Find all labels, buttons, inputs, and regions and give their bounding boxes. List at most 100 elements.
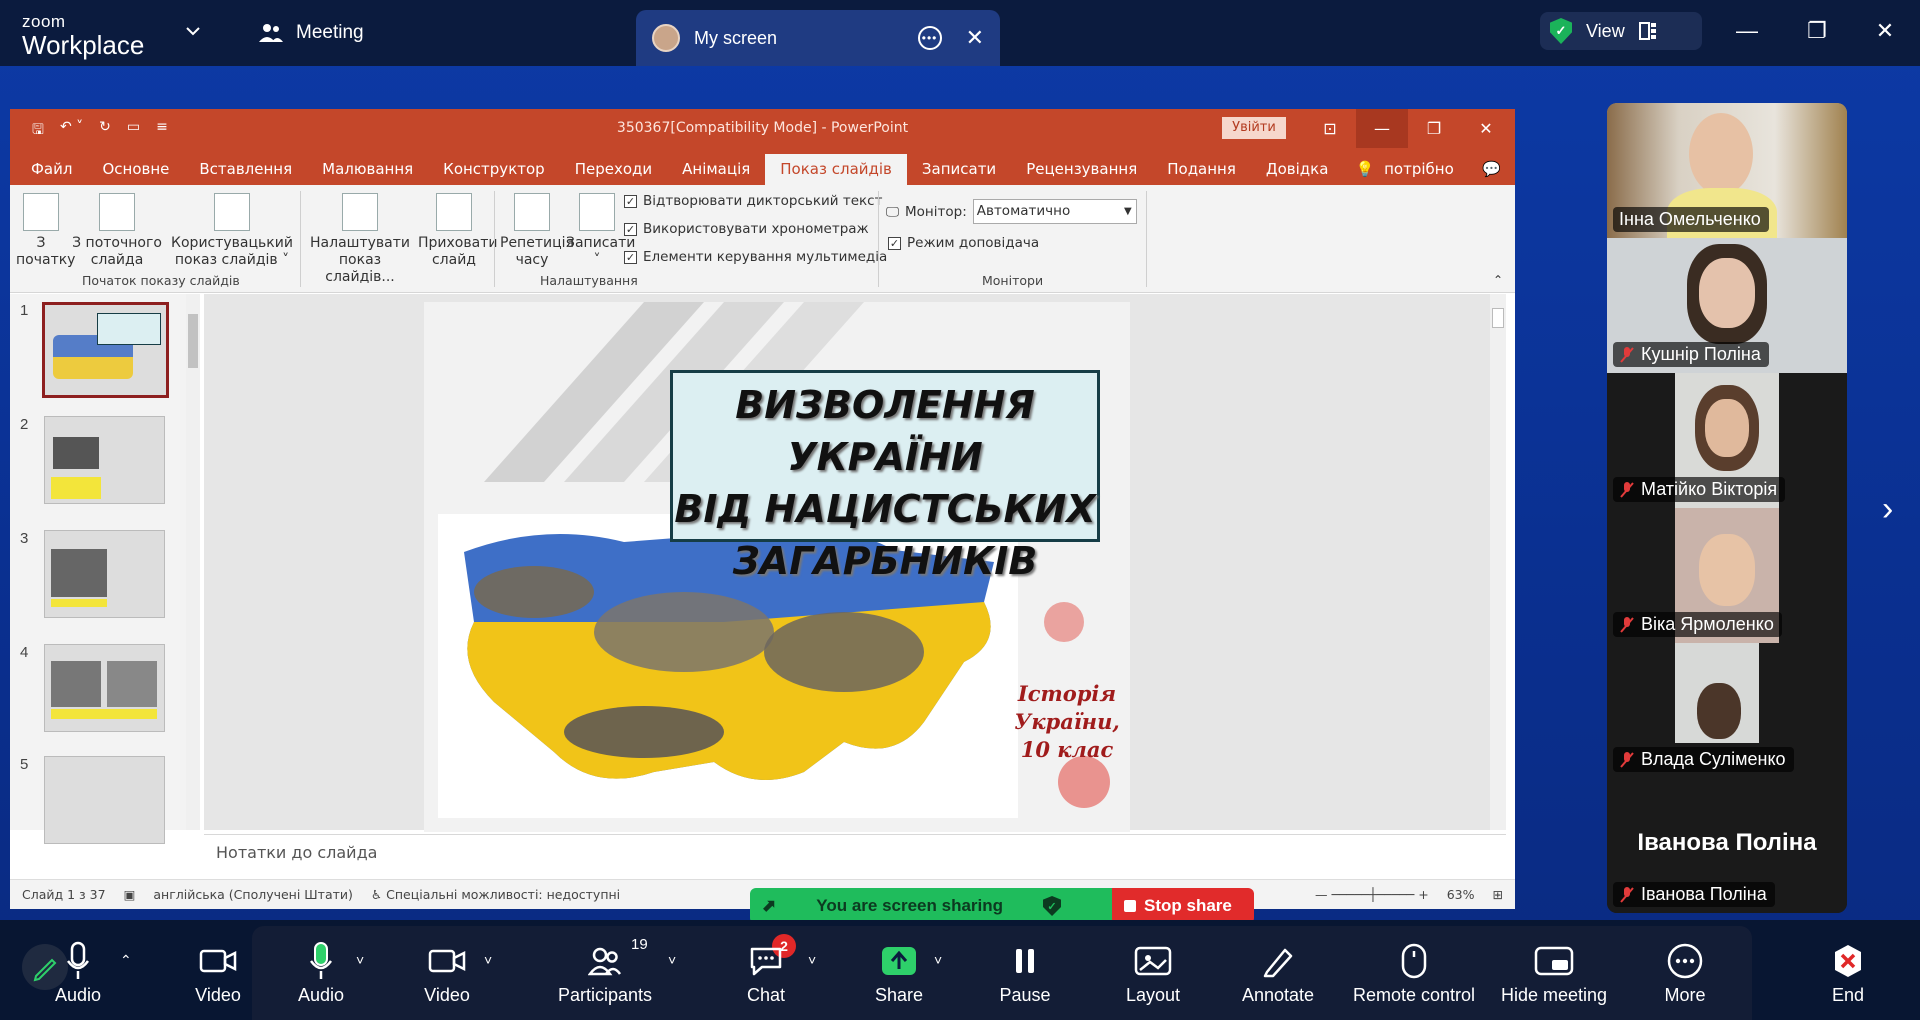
tell-me-search[interactable]: 💡 Скажіть, що потрібно зробити xyxy=(1343,129,1482,209)
stop-share-button[interactable]: Stop share xyxy=(1112,888,1254,924)
fit-slide-icon[interactable]: ⊞ xyxy=(1493,887,1515,902)
tab-design[interactable]: Конструктор xyxy=(428,154,560,185)
remote-control-button[interactable]: Remote control xyxy=(1346,937,1482,1006)
share-caret-icon[interactable]: ˅ xyxy=(934,952,942,968)
record-button[interactable]: Записати ˅ xyxy=(566,193,635,269)
collapse-ribbon-icon[interactable]: ⌃ xyxy=(1493,273,1503,287)
slide-scrollbar[interactable] xyxy=(1490,294,1506,830)
ribbon-display-icon[interactable]: ⊡ xyxy=(1304,109,1356,148)
more-button[interactable]: More xyxy=(1656,937,1714,1006)
participants-button[interactable]: Participants xyxy=(550,937,660,1006)
tab-insert[interactable]: Вставлення xyxy=(184,154,307,185)
thumbnail-4[interactable]: 4 xyxy=(20,644,166,732)
slide-thumbnail[interactable] xyxy=(44,530,166,618)
more-options-icon[interactable]: ••• xyxy=(917,26,942,50)
ppt-restore-icon[interactable]: ❐ xyxy=(1408,109,1460,148)
monitor-row: 🖵 Монітор: Автоматично ▼ xyxy=(886,199,1137,224)
slide-subtitle[interactable]: Історія України, 10 клас xyxy=(1012,680,1122,764)
presenter-view-checkbox[interactable]: ✓ Режим доповідача xyxy=(888,235,1039,251)
chat-button[interactable]: Chat xyxy=(740,937,792,1006)
video-options-caret-icon[interactable]: ˅ xyxy=(484,952,492,968)
slide-thumbnail[interactable] xyxy=(44,416,166,504)
accessibility-status[interactable]: Спеціальні можливості: недоступні xyxy=(386,887,620,902)
rehearse-button[interactable]: Репетиція часу xyxy=(500,193,574,269)
thumbnail-3[interactable]: 3 xyxy=(20,530,166,618)
thumbnail-2[interactable]: 2 xyxy=(20,416,166,504)
tab-view[interactable]: Подання xyxy=(1152,154,1251,185)
comments-icon[interactable]: 💬 xyxy=(1482,154,1515,185)
tab-animations[interactable]: Анімація xyxy=(667,154,765,185)
tab-home[interactable]: Основне xyxy=(87,154,184,185)
spellcheck-icon[interactable]: ▣ xyxy=(124,887,136,902)
hide-slide-button[interactable]: Приховати слайд xyxy=(418,193,497,269)
layout-button[interactable]: Layout xyxy=(1122,937,1184,1006)
thumbnail-5[interactable]: 5 xyxy=(20,756,166,844)
share-button[interactable]: Share xyxy=(870,937,928,1006)
slide-number: 2 xyxy=(20,416,29,433)
microphone-icon xyxy=(66,941,90,979)
audio-button[interactable]: Audio xyxy=(290,937,352,1006)
view-button[interactable]: ✓ View xyxy=(1540,12,1702,50)
from-current-button[interactable]: З поточного слайда xyxy=(72,193,162,269)
slide-thumbnail[interactable] xyxy=(44,756,166,844)
video-button[interactable]: Video xyxy=(416,937,478,1006)
minimize-icon[interactable]: — xyxy=(1732,16,1762,46)
audio-options-caret-icon[interactable]: ˅ xyxy=(356,952,364,968)
slide-thumbnail[interactable] xyxy=(44,644,166,732)
setup-show-button[interactable]: Налаштувати показ слайдів... xyxy=(306,193,414,286)
ribbon-divider xyxy=(1146,191,1147,287)
participant-tile[interactable]: Інна Омельченко xyxy=(1607,103,1847,238)
pause-share-button[interactable]: Pause xyxy=(996,937,1054,1006)
ppt-close-icon[interactable]: ✕ xyxy=(1460,109,1512,148)
close-icon[interactable]: ✕ xyxy=(966,25,984,51)
sharing-status[interactable]: ⬈ You are screen sharing ✓ xyxy=(750,888,1112,924)
current-slide[interactable]: ВИЗВОЛЕННЯ УКРАЇНИ ВІД НАЦИСТСЬКИХ ЗАГАР… xyxy=(424,302,1130,832)
from-start-button[interactable]: З початку xyxy=(16,193,75,269)
tab-transitions[interactable]: Переходи xyxy=(560,154,667,185)
participant-tile[interactable]: Кушнір Поліна xyxy=(1607,238,1847,373)
tab-meeting[interactable]: Meeting xyxy=(258,18,364,48)
chevron-down-icon[interactable] xyxy=(184,22,202,40)
ppt-title-bar: 🖫 ↶ ˅ ↻ ▭ ≡ 350367[Compatibility Mode] -… xyxy=(10,109,1515,148)
tab-my-screen[interactable]: My screen ••• ✕ xyxy=(636,10,1000,66)
monitor-select[interactable]: Автоматично ▼ xyxy=(972,199,1137,224)
powerpoint-window: 🖫 ↶ ˅ ↻ ▭ ≡ 350367[Compatibility Mode] -… xyxy=(10,109,1515,909)
zoom-slider[interactable]: — ─────┼───── + xyxy=(1315,887,1429,902)
narrations-checkbox[interactable]: ✓ Відтворювати дикторський текст xyxy=(624,193,882,209)
restore-icon[interactable]: ❐ xyxy=(1802,16,1832,46)
chat-caret-icon[interactable]: ˅ xyxy=(808,952,816,968)
participant-tile[interactable]: Влада Суліменко xyxy=(1607,643,1847,778)
audio-caret-icon[interactable]: ⌃ xyxy=(120,952,132,969)
tab-help[interactable]: Довідка xyxy=(1251,154,1344,185)
language-status[interactable]: англійська (Сполучені Штати) xyxy=(153,887,353,902)
slide-title[interactable]: ВИЗВОЛЕННЯ УКРАЇНИ ВІД НАЦИСТСЬКИХ ЗАГАР… xyxy=(670,370,1100,583)
participants-caret-icon[interactable]: ˅ xyxy=(668,952,676,968)
ppt-minimize-icon[interactable]: — xyxy=(1356,109,1408,148)
left-video-button[interactable]: Video xyxy=(188,937,248,1006)
hide-meeting-button[interactable]: Hide meeting xyxy=(1496,937,1612,1006)
tab-file[interactable]: Файл xyxy=(16,154,87,185)
participant-tile[interactable]: Віка Ярмоленко xyxy=(1607,508,1847,643)
custom-show-button[interactable]: Користувацький показ слайдів ˅ xyxy=(170,193,294,269)
microphone-icon xyxy=(309,942,333,979)
thumbnails-scrollbar[interactable] xyxy=(186,294,200,830)
tab-draw[interactable]: Малювання xyxy=(307,154,428,185)
tab-record[interactable]: Записати xyxy=(907,154,1011,185)
media-controls-checkbox[interactable]: ✓ Елементи керування мультимедіа xyxy=(624,249,887,265)
end-meeting-button[interactable]: End xyxy=(1818,937,1878,1006)
left-audio-button[interactable]: Audio xyxy=(50,937,106,1006)
annotate-button[interactable]: Annotate xyxy=(1236,937,1320,1006)
notes-field[interactable]: Нотатки до слайда xyxy=(204,834,1506,868)
thumbnail-1[interactable]: 1 xyxy=(20,302,170,398)
slide-thumbnail[interactable] xyxy=(42,302,170,398)
zoom-level[interactable]: 63% xyxy=(1447,887,1475,902)
close-window-icon[interactable]: ✕ xyxy=(1870,16,1900,46)
participant-name: Віка Ярмоленко xyxy=(1641,614,1774,634)
sign-in-button[interactable]: Увійти xyxy=(1222,117,1286,139)
tab-review[interactable]: Рецензування xyxy=(1011,154,1152,185)
chevron-right-icon[interactable]: › xyxy=(1882,490,1893,529)
video-label: Video xyxy=(424,985,470,1005)
tab-slideshow[interactable]: Показ слайдів xyxy=(765,154,907,185)
timings-checkbox[interactable]: ✓ Використовувати хронометраж xyxy=(624,221,869,237)
participant-tile[interactable]: Матійко Вікторія xyxy=(1607,373,1847,508)
